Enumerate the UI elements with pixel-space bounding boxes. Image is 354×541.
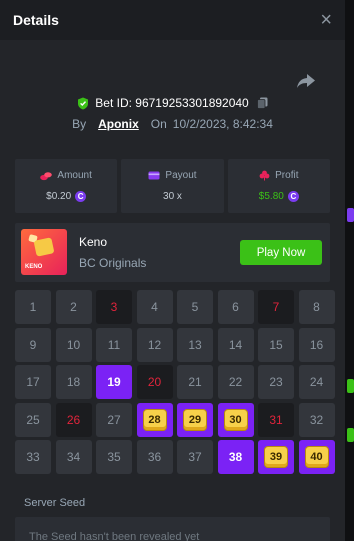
- payout-label: Payout: [165, 170, 197, 181]
- keno-cell-22: 22: [217, 365, 254, 399]
- username-link[interactable]: Aponix: [98, 117, 139, 131]
- shield-check-icon: [78, 97, 89, 109]
- bet-id-row: Bet ID: 96719253301892040: [0, 96, 345, 110]
- profit-label: Profit: [275, 170, 299, 181]
- keno-cell-17: 17: [15, 365, 51, 399]
- keno-cell-30: 30: [217, 402, 254, 437]
- bet-author-row: By Aponix On 10/2/2023, 8:42:34: [0, 117, 345, 131]
- keno-cell-37: 37: [177, 440, 213, 474]
- keno-cell-10: 10: [55, 327, 92, 362]
- server-seed-box: The Seed hasn't been revealed yet: [15, 517, 330, 541]
- server-seed-label: Server Seed: [24, 497, 86, 509]
- bet-id: Bet ID: 96719253301892040: [95, 96, 249, 110]
- keno-cell-36: 36: [136, 440, 173, 474]
- card-icon: [148, 171, 160, 180]
- keno-cell-40: 40: [298, 440, 335, 474]
- game-provider: BC Originals: [79, 256, 147, 270]
- gem-icon: 29: [183, 408, 207, 431]
- play-now-button[interactable]: Play Now: [240, 240, 322, 265]
- gem-icon: 39: [264, 446, 288, 468]
- background-badge: [347, 428, 354, 442]
- keno-cell-27: 27: [96, 402, 132, 437]
- keno-cell-28: 28: [136, 402, 173, 437]
- keno-cell-34: 34: [55, 440, 92, 474]
- payout-value-row: 30 x: [163, 191, 182, 202]
- keno-cell-19: 19: [96, 365, 132, 399]
- gem-icon: 30: [223, 408, 248, 431]
- currency-coin-icon: C: [75, 191, 87, 202]
- keno-cell-25: 25: [15, 402, 51, 437]
- close-icon[interactable]: ×: [320, 10, 332, 30]
- keno-cell-38: 38: [217, 440, 254, 474]
- keno-cell-2: 2: [55, 290, 92, 324]
- keno-cell-6: 6: [217, 290, 254, 324]
- keno-cell-35: 35: [96, 440, 132, 474]
- keno-cell-7: 7: [258, 290, 294, 324]
- keno-cell-5: 5: [177, 290, 213, 324]
- payout-stat: Payout 30 x: [121, 159, 224, 213]
- profit-stat: Profit $5.80 C: [227, 159, 330, 213]
- modal-header: Details ×: [0, 0, 345, 40]
- bet-stats: Amount $0.20 C Payout 30 x Profit $5.80 …: [15, 159, 330, 213]
- amount-value: $0.20: [46, 191, 72, 202]
- cube-graphic: [33, 237, 55, 257]
- keno-cell-20: 20: [136, 365, 173, 399]
- game-name: Keno: [79, 235, 108, 249]
- keno-thumbnail[interactable]: KENO: [21, 229, 67, 275]
- keno-cell-16: 16: [298, 327, 335, 362]
- background-badge: [347, 379, 354, 393]
- payout-value: 30 x: [163, 191, 182, 202]
- keno-cell-9: 9: [15, 327, 51, 362]
- on-label: On: [150, 117, 167, 131]
- share-icon[interactable]: [296, 72, 316, 90]
- coins-icon: [40, 171, 53, 180]
- keno-cell-31: 31: [258, 402, 294, 437]
- gem-icon: 28: [142, 408, 167, 431]
- game-card: KENO Keno BC Originals Play Now: [15, 223, 330, 282]
- keno-cell-32: 32: [298, 402, 335, 437]
- bet-details-modal: Details × Bet ID: 96719253301892040 By A…: [0, 0, 345, 541]
- currency-coin-icon: C: [287, 191, 299, 202]
- amount-value-row: $0.20 C: [46, 191, 87, 202]
- keno-cell-1: 1: [15, 290, 51, 324]
- background-badge: [347, 208, 354, 222]
- keno-cell-4: 4: [136, 290, 173, 324]
- amount-label-row: Amount: [40, 170, 92, 181]
- keno-cell-14: 14: [217, 327, 254, 362]
- keno-cell-11: 11: [96, 327, 132, 362]
- keno-cell-18: 18: [55, 365, 92, 399]
- keno-cell-15: 15: [258, 327, 294, 362]
- keno-cell-39: 39: [258, 440, 294, 474]
- clover-icon: [259, 170, 270, 181]
- amount-stat: Amount $0.20 C: [15, 159, 118, 213]
- by-label: By: [72, 117, 87, 131]
- keno-cell-12: 12: [136, 327, 173, 362]
- keno-cell-21: 21: [177, 365, 213, 399]
- keno-cell-23: 23: [258, 365, 294, 399]
- keno-cell-8: 8: [298, 290, 335, 324]
- payout-label-row: Payout: [148, 170, 197, 181]
- background-page-edge: [345, 0, 354, 541]
- amount-label: Amount: [57, 170, 92, 181]
- thumbnail-label: KENO: [25, 264, 43, 270]
- profit-value: $5.80: [258, 191, 284, 202]
- keno-cell-24: 24: [298, 365, 335, 399]
- keno-cell-29: 29: [177, 402, 213, 437]
- profit-value-row: $5.80 C: [259, 191, 299, 202]
- copy-icon[interactable]: [256, 97, 268, 109]
- profit-label-row: Profit: [259, 170, 298, 181]
- keno-cell-3: 3: [96, 290, 132, 324]
- server-seed-text: The Seed hasn't been revealed yet: [29, 531, 200, 541]
- keno-cell-13: 13: [177, 327, 213, 362]
- keno-board: 1 2 3 4 5 6 7 8 9 10 11 12 13 14 15 16 17 18 19 20 21 22 23 24 2…: [15, 290, 335, 478]
- bet-datetime: 10/2/2023, 8:42:34: [172, 117, 273, 131]
- keno-cell-33: 33: [15, 440, 51, 474]
- modal-title: Details: [13, 12, 59, 28]
- gem-icon: 40: [304, 446, 329, 468]
- keno-cell-26: 26: [55, 402, 92, 437]
